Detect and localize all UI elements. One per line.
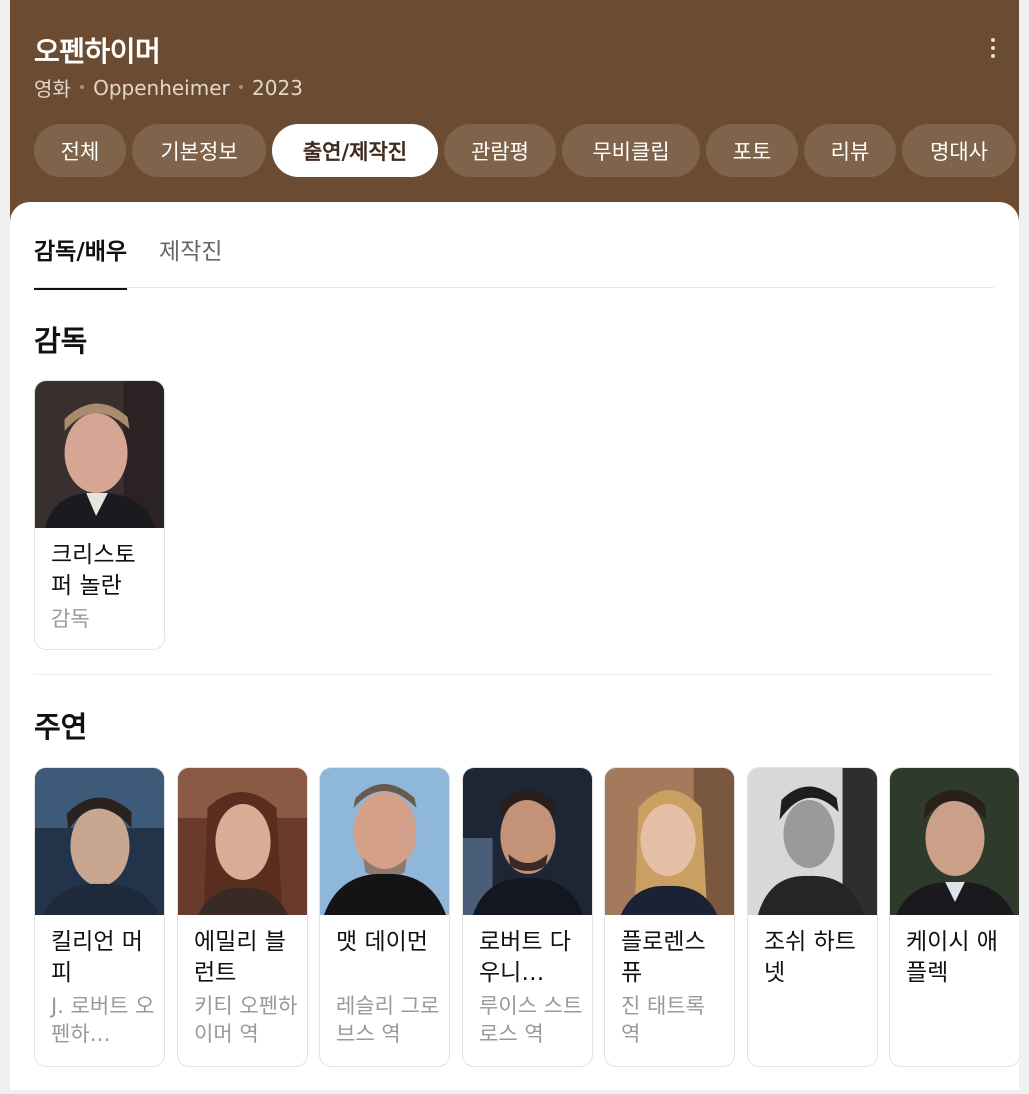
cast-card[interactable]: 조쉬 하트넷 <box>747 767 878 1067</box>
tab-reviews[interactable]: 리뷰 <box>804 124 896 177</box>
cast-card[interactable]: 킬리언 머피 J. 로버트 오펜하… <box>34 767 165 1067</box>
cast-photo <box>35 768 164 915</box>
director-photo <box>35 381 164 528</box>
cast-photo <box>605 768 734 915</box>
tab-all[interactable]: 전체 <box>34 124 126 177</box>
cast-section-title: 주연 <box>34 710 88 744</box>
cast-card[interactable]: 케이시 애플렉 <box>889 767 1019 1067</box>
cast-name: 플로렌스 퓨 <box>621 929 706 986</box>
cast-name: 킬리언 머피 <box>51 929 143 986</box>
cast-photo <box>890 768 1019 915</box>
subtab-crew[interactable]: 제작진 <box>159 232 222 290</box>
director-name: 크리스토퍼 놀란 <box>51 542 136 599</box>
original-title: Oppenheimer <box>93 75 230 100</box>
cast-name: 케이시 애플렉 <box>906 929 998 986</box>
cast-name: 조쉬 하트넷 <box>764 929 856 986</box>
subtab-director-actors[interactable]: 감독/배우 <box>34 232 128 290</box>
cast-photo <box>748 768 877 915</box>
cast-role: J. 로버트 오펜하… <box>51 994 155 1046</box>
cast-role: 루이스 스트로스 역 <box>479 994 583 1046</box>
cast-card[interactable]: 로버트 다우니… 루이스 스트로스 역 <box>462 767 593 1067</box>
movie-info-frame: 오펜하이머 영화 • Oppenheimer • 2023 전체 기본정보 출연… <box>10 0 1019 1090</box>
cast-name: 에밀리 블런트 <box>194 929 286 986</box>
cast-photo <box>463 768 592 915</box>
director-card[interactable]: 크리스토퍼 놀란 감독 <box>34 380 165 650</box>
section-divider <box>34 674 994 675</box>
cast-photo <box>178 768 307 915</box>
subtab-bar: 감독/배우 제작진 <box>34 232 223 290</box>
cast-role <box>890 989 1019 992</box>
tab-reviews-audience[interactable]: 관람평 <box>444 124 556 177</box>
cast-card[interactable]: 에밀리 블런트 키티 오펜하이머 역 <box>177 767 308 1067</box>
cast-name: 맷 데이먼 <box>336 929 428 955</box>
director-section-title: 감독 <box>34 324 88 358</box>
cast-card[interactable]: 플로렌스 퓨 진 태트록 역 <box>604 767 735 1067</box>
cast-role <box>748 989 877 992</box>
more-options-icon[interactable] <box>985 36 1001 60</box>
cast-role: 진 태트록 역 <box>621 994 705 1046</box>
release-year: 2023 <box>252 75 303 100</box>
category-label: 영화 <box>34 77 71 101</box>
tab-movie-clips[interactable]: 무비클립 <box>562 124 700 177</box>
cast-name: 로버트 다우니… <box>479 929 571 986</box>
content-panel: 감독/배우 제작진 감독 크리스토퍼 놀란 감독 주연 킬리언 머피 J. 로버… <box>10 202 1019 1090</box>
movie-title: 오펜하이머 <box>34 35 161 68</box>
tab-cast-crew[interactable]: 출연/제작진 <box>272 124 438 177</box>
movie-subtitle: 영화 • Oppenheimer • 2023 <box>34 73 303 102</box>
tab-bar: 전체 기본정보 출연/제작진 관람평 무비클립 포토 리뷰 명대사 <box>34 124 1019 177</box>
tab-famous-lines[interactable]: 명대사 <box>902 124 1016 177</box>
cast-role: 키티 오펜하이머 역 <box>194 994 298 1046</box>
separator-dot-icon: • <box>236 79 246 96</box>
separator-dot-icon: • <box>77 79 87 96</box>
tab-photos[interactable]: 포토 <box>706 124 798 177</box>
cast-photo <box>320 768 449 915</box>
cast-card[interactable]: 맷 데이먼 레슬리 그로브스 역 <box>319 767 450 1067</box>
cast-role: 레슬리 그로브스 역 <box>336 994 440 1046</box>
subtab-divider <box>34 287 994 288</box>
director-role: 감독 <box>51 607 90 631</box>
tab-basic-info[interactable]: 기본정보 <box>132 124 266 177</box>
